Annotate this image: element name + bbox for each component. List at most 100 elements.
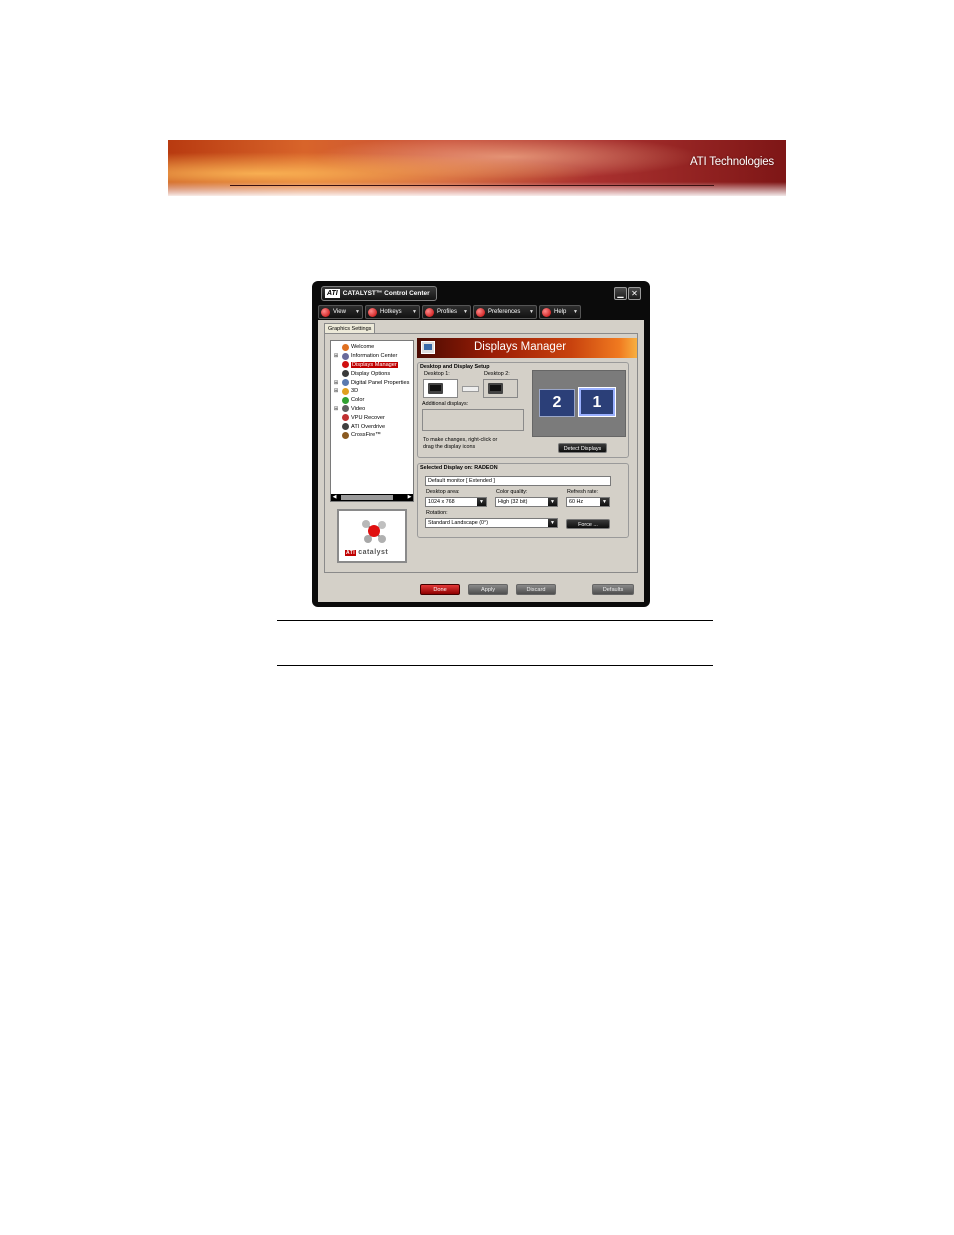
refresh-rate-value: 60 Hz xyxy=(569,499,584,505)
expand-icon[interactable]: ⊞ xyxy=(333,406,339,412)
tree-item[interactable]: Displays Manager xyxy=(331,361,413,370)
header-rule xyxy=(230,185,714,186)
rotation-select[interactable]: Standard Landscape (0°) ▼ xyxy=(425,518,558,528)
window-body: Graphics Settings Welcome ⊞ Information Ce… xyxy=(318,320,644,602)
menu-hotkeys-label: Hotkeys xyxy=(380,309,402,315)
title-bar[interactable]: ATI CATALYST™ Control Center ▁ ✕ xyxy=(312,281,650,303)
desktop-area-select[interactable]: 1024 x 768 ▼ xyxy=(425,497,487,507)
tree-item-label: Color xyxy=(351,397,365,404)
expand-icon[interactable]: ⊞ xyxy=(333,353,339,359)
rotation-value: Standard Landscape (0°) xyxy=(428,520,488,526)
detect-displays-button[interactable]: Detect Displays xyxy=(558,443,607,453)
display-layout-preview[interactable]: 2 1 xyxy=(532,370,626,437)
force-button[interactable]: Force ... xyxy=(566,519,610,529)
brand-name: ATI Technologies xyxy=(690,156,774,168)
chevron-down-icon[interactable]: ▼ xyxy=(548,519,557,527)
desktop1-label: Desktop 1: xyxy=(424,371,450,377)
selected-display-group: Selected Display on: RADEON Default moni… xyxy=(417,463,629,538)
close-button[interactable]: ✕ xyxy=(628,287,641,300)
color-quality-select[interactable]: High (32 bit) ▼ xyxy=(495,497,558,507)
tree-item[interactable]: ATI Overdrive xyxy=(331,422,413,431)
tree-item-label: Video xyxy=(351,405,366,412)
displays-manager-icon xyxy=(421,341,435,354)
settings-tree: Welcome ⊞ Information Center Displays Manag… xyxy=(330,340,414,502)
tree-item[interactable]: ⊞ Video xyxy=(331,405,413,414)
menu-preferences[interactable]: Preferences ▼ xyxy=(473,305,537,319)
scrollbar-thumb[interactable] xyxy=(341,495,393,500)
menu-view[interactable]: View ▼ xyxy=(318,305,363,319)
chevron-down-icon: ▼ xyxy=(573,309,578,315)
additional-displays-label: Additional displays: xyxy=(422,401,469,407)
window-title: CATALYST™ Control Center xyxy=(342,290,430,297)
help-icon xyxy=(542,307,551,317)
tree-item-icon xyxy=(342,343,349,351)
tree-item-icon xyxy=(342,370,349,378)
graphics-settings-pane: Welcome ⊞ Information Center Displays Manag… xyxy=(324,333,638,573)
chevron-down-icon: ▼ xyxy=(463,309,468,315)
menu-hotkeys[interactable]: Hotkeys ▼ xyxy=(365,305,420,319)
caption-rule-top xyxy=(277,620,713,621)
monitor-icon xyxy=(488,383,503,394)
refresh-rate-label: Refresh rate: xyxy=(567,489,599,495)
tree-item[interactable]: ⊞ Digital Panel Properties xyxy=(331,378,413,387)
display-tile-2[interactable]: 2 xyxy=(539,389,575,417)
tree-item[interactable]: ⊞ Information Center xyxy=(331,352,413,361)
tree-item-label: Display Options xyxy=(351,370,391,377)
catalyst-control-center-window: ATI CATALYST™ Control Center ▁ ✕ View ▼ … xyxy=(312,281,650,607)
ati-logo: ATI xyxy=(325,289,340,298)
desktop1-monitor[interactable] xyxy=(423,379,458,398)
page-header-banner xyxy=(168,140,786,196)
tree-item[interactable]: ⊞ 3D xyxy=(331,387,413,396)
view-icon xyxy=(321,307,330,317)
tree-item-icon xyxy=(342,396,349,404)
defaults-button[interactable]: Defaults xyxy=(592,584,634,595)
refresh-rate-select[interactable]: 60 Hz ▼ xyxy=(566,497,610,507)
link-displays-icon[interactable] xyxy=(462,386,479,392)
tree-item-icon xyxy=(342,379,349,387)
chevron-down-icon[interactable]: ▼ xyxy=(477,498,486,506)
tree-item[interactable]: Color xyxy=(331,396,413,405)
desktop2-monitor[interactable] xyxy=(483,379,518,398)
tree-item-label: Welcome xyxy=(351,344,375,351)
menu-help[interactable]: Help ▼ xyxy=(539,305,581,319)
menu-profiles-label: Profiles xyxy=(437,309,458,315)
tree-item-icon xyxy=(342,405,349,413)
monitor-name-field: Default monitor [ Extended ] xyxy=(425,476,611,486)
scroll-left-icon[interactable]: ◀ xyxy=(331,494,338,501)
tree-item-icon xyxy=(342,361,349,369)
tree-horizontal-scrollbar[interactable]: ◀ ▶ xyxy=(331,494,413,501)
rotation-label: Rotation: xyxy=(426,510,448,516)
desktop2-label: Desktop 2: xyxy=(484,371,510,377)
tree-item[interactable]: CrossFire™ xyxy=(331,431,413,440)
tree-item[interactable]: Display Options xyxy=(331,369,413,378)
tree-item[interactable]: Welcome xyxy=(331,343,413,352)
tree-item[interactable]: VPU Recover xyxy=(331,413,413,422)
chevron-down-icon: ▼ xyxy=(355,309,360,315)
additional-displays-area[interactable] xyxy=(422,409,524,431)
chevron-down-icon[interactable]: ▼ xyxy=(548,498,557,506)
tree-item-icon xyxy=(342,423,349,431)
color-quality-value: High (32 bit) xyxy=(498,499,528,505)
discard-button[interactable]: Discard xyxy=(516,584,556,595)
catalyst-wordmark: ATI catalyst xyxy=(345,549,388,556)
tree-item-label: 3D xyxy=(351,388,359,395)
tree-item-label: Information Center xyxy=(351,353,398,360)
tree-item-label: VPU Recover xyxy=(351,414,385,421)
scroll-right-icon[interactable]: ▶ xyxy=(406,494,413,501)
minimize-button[interactable]: ▁ xyxy=(614,287,627,300)
expand-icon[interactable]: ⊞ xyxy=(333,388,339,394)
monitor-icon xyxy=(428,383,443,394)
menu-profiles[interactable]: Profiles ▼ xyxy=(422,305,471,319)
profiles-icon xyxy=(425,307,434,317)
display-tile-1[interactable]: 1 xyxy=(578,387,616,417)
group-title: Selected Display on: RADEON xyxy=(420,465,498,471)
page-title: Displays Manager xyxy=(474,341,567,353)
apply-button[interactable]: Apply xyxy=(468,584,508,595)
color-quality-label: Color quality: xyxy=(496,489,528,495)
chevron-down-icon[interactable]: ▼ xyxy=(600,498,609,506)
logo-caption: catalyst xyxy=(358,549,389,556)
menu-help-label: Help xyxy=(554,309,567,315)
expand-icon[interactable]: ⊞ xyxy=(333,380,339,386)
done-button[interactable]: Done xyxy=(420,584,460,595)
tree-item-icon xyxy=(342,387,349,395)
